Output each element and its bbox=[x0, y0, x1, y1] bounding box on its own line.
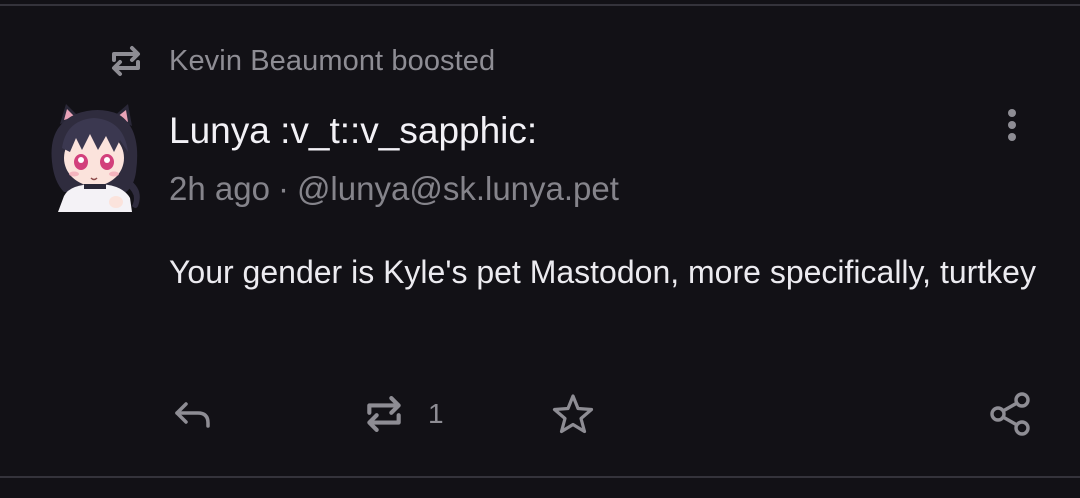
top-divider bbox=[0, 4, 1080, 6]
bottom-divider bbox=[0, 476, 1080, 478]
more-options-button[interactable] bbox=[996, 106, 1028, 148]
more-vertical-icon bbox=[1006, 108, 1018, 147]
reply-button[interactable] bbox=[172, 390, 212, 438]
boost-button[interactable]: 1 bbox=[362, 390, 444, 438]
boosted-by-text: Kevin Beaumont boosted bbox=[169, 44, 496, 77]
display-name[interactable]: Lunya :v_t::v_sapphic: bbox=[169, 110, 537, 152]
share-icon bbox=[988, 391, 1034, 437]
reply-icon bbox=[172, 394, 212, 434]
meta-separator: · bbox=[277, 170, 289, 207]
boost-attribution[interactable]: Kevin Beaumont boosted bbox=[108, 38, 495, 84]
boost-count: 1 bbox=[428, 398, 444, 429]
user-handle[interactable]: @lunya@sk.lunya.pet bbox=[297, 170, 619, 207]
avatar[interactable] bbox=[46, 102, 146, 212]
post-content: Your gender is Kyle's pet Mastodon, more… bbox=[169, 254, 1036, 290]
post-meta: 2h ago · @lunya@sk.lunya.pet bbox=[169, 170, 619, 208]
boost-icon bbox=[108, 43, 144, 79]
post-card[interactable]: Kevin Beaumont boosted Lunya:v_t::v_sap… bbox=[0, 0, 1080, 498]
boost-icon bbox=[362, 392, 406, 436]
favorite-button[interactable] bbox=[550, 390, 596, 438]
star-icon bbox=[550, 391, 596, 437]
anime-cat-girl-avatar bbox=[51, 104, 140, 212]
share-button[interactable] bbox=[988, 390, 1034, 438]
post-time[interactable]: 2h ago bbox=[169, 170, 270, 207]
